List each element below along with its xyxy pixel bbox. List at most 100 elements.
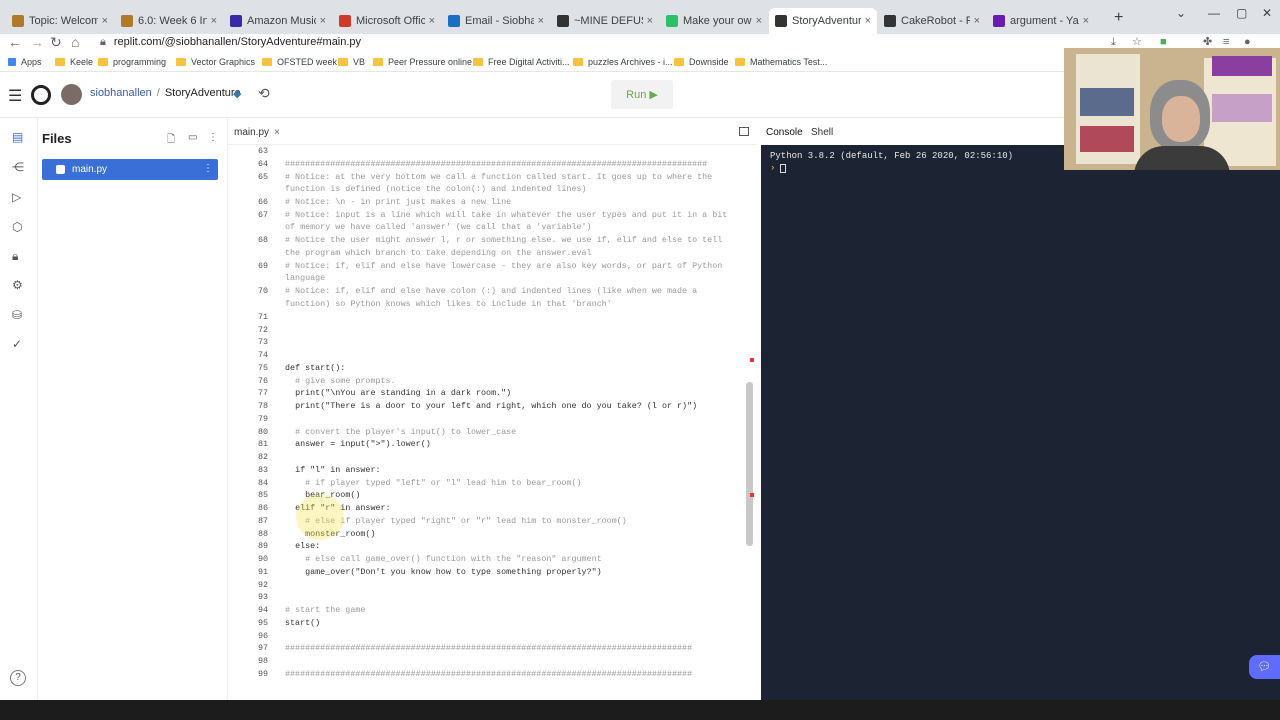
replit-logo-icon[interactable] bbox=[31, 85, 51, 105]
code-line[interactable]: if "l" in answer: bbox=[285, 464, 737, 477]
browser-tab[interactable]: StoryAdventure - × bbox=[769, 8, 877, 34]
database-icon[interactable]: ⛁ bbox=[12, 308, 22, 322]
browser-tab[interactable]: CakeRobot - Replit × bbox=[878, 8, 986, 34]
tab-console[interactable]: Console bbox=[766, 127, 803, 138]
debugger-icon[interactable]: ▷ bbox=[12, 190, 21, 204]
code-line[interactable]: # give some prompts. bbox=[285, 375, 737, 388]
checkmark-icon[interactable]: ✓ bbox=[12, 337, 22, 351]
code-line[interactable]: # else call game_over() function with th… bbox=[285, 553, 737, 566]
browser-tab[interactable]: Email - Siobhan Al × bbox=[442, 8, 550, 34]
bookmark-item[interactable]: Apps bbox=[8, 57, 42, 67]
chat-icon[interactable]: 💬︎ bbox=[1249, 655, 1280, 679]
home-icon[interactable]: ⌂ bbox=[71, 34, 79, 50]
code-line[interactable]: print("\nYou are standing in a dark room… bbox=[285, 387, 737, 400]
new-tab-button[interactable]: + bbox=[1114, 9, 1123, 27]
tab-close-icon[interactable]: × bbox=[320, 15, 326, 27]
line-number: 75 bbox=[257, 362, 268, 373]
browser-tab[interactable]: Microsoft Office H × bbox=[333, 8, 441, 34]
code-line[interactable]: # if player typed "left" or "l" lead him… bbox=[285, 477, 737, 490]
code-line[interactable]: ########################################… bbox=[285, 668, 737, 681]
code-line[interactable]: game_over("Don't you know how to type so… bbox=[285, 566, 737, 579]
new-file-icon[interactable]: 🗋︎ bbox=[167, 132, 175, 149]
code-line[interactable]: # Notice: \n - in print just makes a new… bbox=[285, 196, 737, 209]
settings-gear-icon[interactable]: ⚙ bbox=[12, 278, 23, 292]
layout-icon[interactable] bbox=[739, 127, 749, 136]
code-line[interactable]: ########################################… bbox=[285, 642, 737, 655]
reload-icon[interactable]: ↻ bbox=[50, 34, 62, 50]
run-button[interactable]: Run ▶ bbox=[611, 80, 673, 109]
browser-tab[interactable]: ~MINE DEFUSER~ × bbox=[551, 8, 659, 34]
tab-main-py[interactable]: main.py × bbox=[234, 127, 280, 138]
help-icon[interactable]: ? bbox=[10, 670, 26, 686]
close-tab-icon[interactable]: × bbox=[274, 127, 280, 138]
file-item-main-py[interactable]: main.py ⋮ bbox=[42, 159, 218, 180]
forward-icon[interactable]: → bbox=[30, 34, 44, 50]
browser-tab[interactable]: 6.0: Week 6 Introd × bbox=[115, 8, 223, 34]
packages-icon[interactable]: ⬡ bbox=[12, 220, 22, 234]
bookmark-item[interactable]: puzzles Archives - i... bbox=[573, 57, 673, 67]
bookmark-item[interactable]: Peer Pressure online bbox=[373, 57, 472, 67]
breadcrumb-project[interactable]: StoryAdventure bbox=[165, 87, 241, 99]
code-line[interactable]: else: bbox=[285, 540, 737, 553]
code-line[interactable]: # Notice the user might answer l, r or s… bbox=[285, 234, 737, 259]
editor-scrollbar[interactable] bbox=[746, 382, 753, 546]
code-line[interactable]: print("There is a door to your left and … bbox=[285, 400, 737, 413]
console-output[interactable]: Python 3.8.2 (default, Feb 26 2020, 02:5… bbox=[761, 145, 1280, 700]
file-options-icon[interactable]: ⋮ bbox=[203, 163, 213, 174]
bookmark-item[interactable]: Vector Graphics bbox=[176, 57, 255, 67]
kebab-menu-icon[interactable]: ⋮ bbox=[208, 132, 218, 143]
tab-close-icon[interactable]: × bbox=[211, 15, 217, 27]
bookmark-item[interactable]: VB bbox=[338, 57, 365, 67]
address-bar[interactable]: 🔒︎ replit.com/@siobhanallen/StoryAdventur… bbox=[92, 34, 1100, 50]
browser-tab[interactable]: Amazon Music × bbox=[224, 8, 332, 34]
bookmark-item[interactable]: Free Digital Activiti... bbox=[473, 57, 570, 67]
browser-tab[interactable]: Topic: Welcome to × bbox=[6, 8, 114, 34]
bookmark-item[interactable]: Mathematics Test... bbox=[735, 57, 827, 67]
line-number: 72 bbox=[257, 324, 268, 335]
code-line[interactable]: # convert the player's input() to lower_… bbox=[285, 426, 737, 439]
code-line[interactable]: monster_room() bbox=[285, 528, 737, 541]
close-icon[interactable]: ✕ bbox=[1262, 6, 1272, 20]
maximize-icon[interactable]: ▢ bbox=[1236, 6, 1247, 20]
bookmark-item[interactable]: OFSTED week bbox=[262, 57, 337, 67]
code-line[interactable]: elif "r" in answer: bbox=[285, 502, 737, 515]
code-line[interactable]: # Notice: input is a line which will tak… bbox=[285, 209, 737, 234]
code-line[interactable]: # Notice: at the very bottom we call a f… bbox=[285, 171, 737, 196]
hamburger-menu-icon[interactable]: ☰ bbox=[8, 86, 22, 106]
bookmark-item[interactable]: programming bbox=[98, 57, 166, 67]
browser-tab[interactable]: Make your own te × bbox=[660, 8, 768, 34]
code-line[interactable]: ########################################… bbox=[285, 158, 737, 171]
minimize-icon[interactable]: — bbox=[1208, 6, 1220, 20]
code-line[interactable]: # start the game bbox=[285, 604, 737, 617]
tab-shell[interactable]: Shell bbox=[811, 127, 833, 138]
tab-close-icon[interactable]: × bbox=[1083, 15, 1089, 27]
bookmark-item[interactable]: Downside bbox=[674, 57, 729, 67]
avatar[interactable] bbox=[61, 84, 82, 105]
code-line[interactable]: def start(): bbox=[285, 362, 737, 375]
back-icon[interactable]: ← bbox=[8, 34, 22, 50]
browser-tab[interactable]: argument - Yahoo × bbox=[987, 8, 1095, 34]
share-icon[interactable]: ⋲ bbox=[12, 160, 24, 174]
code-line[interactable]: # Notice: if, elif and else have lowerca… bbox=[285, 260, 737, 285]
tab-close-icon[interactable]: × bbox=[647, 15, 653, 27]
files-icon[interactable]: ▤ bbox=[12, 130, 23, 144]
tab-close-icon[interactable]: × bbox=[429, 15, 435, 27]
code-line[interactable]: answer = input(">").lower() bbox=[285, 438, 737, 451]
tab-close-icon[interactable]: × bbox=[756, 15, 762, 27]
code-line[interactable]: start() bbox=[285, 617, 737, 630]
code-area[interactable]: 63 64 ####################################… bbox=[228, 145, 756, 705]
tab-close-icon[interactable]: × bbox=[865, 15, 871, 27]
tab-close-icon[interactable]: × bbox=[974, 15, 980, 27]
secrets-lock-icon[interactable]: 🔒︎ bbox=[12, 249, 18, 264]
code-line[interactable]: # else if player typed "right" or "r" le… bbox=[285, 515, 737, 528]
chevron-down-icon[interactable]: ⌄ bbox=[1176, 6, 1186, 20]
code-line[interactable]: # Notice: if, elif and else have colon (… bbox=[285, 285, 737, 310]
breadcrumb-user[interactable]: siobhanallen bbox=[90, 87, 152, 99]
books bbox=[1212, 56, 1272, 76]
tab-close-icon[interactable]: × bbox=[102, 15, 108, 27]
code-line[interactable]: bear_room() bbox=[285, 489, 737, 502]
new-folder-icon[interactable]: ▭ bbox=[188, 132, 197, 143]
history-icon[interactable]: ⟲ bbox=[258, 85, 270, 102]
bookmark-item[interactable]: Keele bbox=[55, 57, 93, 67]
tab-close-icon[interactable]: × bbox=[538, 15, 544, 27]
